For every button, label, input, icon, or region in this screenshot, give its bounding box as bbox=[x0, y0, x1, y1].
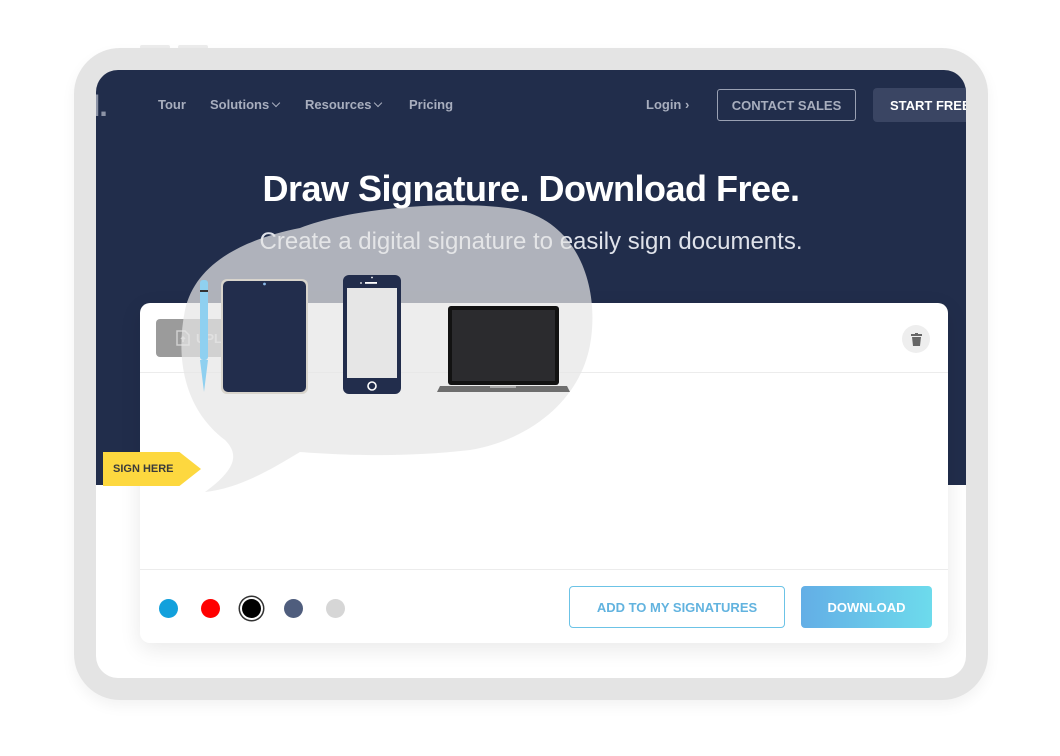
nav-item-pricing[interactable]: Pricing bbox=[409, 97, 453, 112]
contact-sales-button[interactable]: CONTACT SALES bbox=[717, 89, 856, 121]
nav-item-tour[interactable]: Tour bbox=[158, 97, 186, 112]
add-to-signatures-button[interactable]: ADD TO MY SIGNATURES bbox=[569, 586, 785, 628]
page-title: Draw Signature. Download Free. bbox=[262, 168, 800, 209]
trash-icon bbox=[910, 332, 922, 346]
login-link[interactable]: Login › bbox=[646, 97, 689, 112]
download-button[interactable]: DOWNLOAD bbox=[801, 586, 932, 628]
color-swatch-black[interactable] bbox=[242, 599, 261, 618]
color-swatch-light-gray[interactable] bbox=[326, 599, 345, 618]
nav-item-solutions[interactable]: Solutions bbox=[210, 97, 281, 112]
page-subtitle: Create a digital signature to easily sig… bbox=[259, 228, 803, 255]
screen: l. Tour Solutions Resources Pricing Logi… bbox=[96, 70, 966, 678]
nav-item-resources[interactable]: Resources bbox=[305, 97, 383, 112]
nav-label: Pricing bbox=[409, 97, 454, 112]
card-footer: ADD TO MY SIGNATURES DOWNLOAD bbox=[140, 569, 948, 643]
color-swatch-red[interactable] bbox=[201, 599, 220, 618]
logo[interactable]: l. bbox=[96, 90, 108, 124]
file-upload-icon bbox=[176, 330, 190, 346]
card-toolbar: UPL bbox=[140, 303, 948, 373]
upload-label: UPL bbox=[196, 330, 222, 346]
chevron-down-icon bbox=[271, 98, 281, 108]
color-swatch-slate[interactable] bbox=[284, 599, 303, 618]
color-swatch-blue[interactable] bbox=[159, 599, 178, 618]
chevron-down-icon bbox=[374, 98, 383, 108]
nav-label: Resources bbox=[305, 97, 372, 112]
upload-button[interactable]: UPL bbox=[156, 319, 276, 357]
nav-label: Tour bbox=[158, 97, 186, 112]
nav-label: Solutions bbox=[210, 97, 270, 112]
clear-button[interactable] bbox=[902, 325, 930, 353]
start-free-button[interactable]: START FREE bbox=[873, 88, 966, 122]
signature-canvas[interactable] bbox=[140, 373, 948, 569]
signature-card: UPL ADD TO MY SIGNATURES DOWNLOAD bbox=[140, 303, 948, 643]
